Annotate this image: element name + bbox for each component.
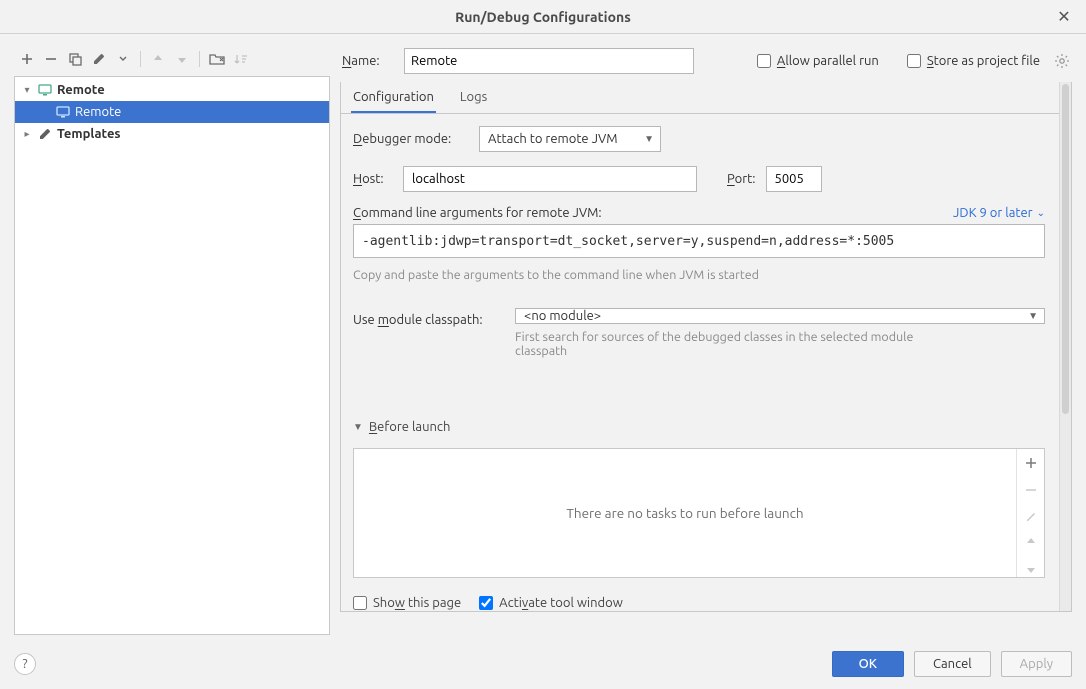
host-input[interactable] <box>403 166 697 192</box>
toolbar-separator <box>140 51 141 67</box>
folder-icon[interactable] <box>206 48 228 70</box>
allow-parallel-checkbox[interactable]: Allow parallel run <box>757 54 879 68</box>
caret-down-icon: ▼ <box>1028 310 1038 322</box>
activate-tool-window-input[interactable] <box>479 596 493 610</box>
allow-parallel-input[interactable] <box>757 54 771 68</box>
debugger-mode-value: Attach to remote JVM <box>488 132 618 146</box>
name-label: Name: <box>342 54 394 68</box>
config-inner: Debugger mode: Attach to remote JVM ▼ Ho… <box>353 126 1059 610</box>
debugger-mode-select[interactable]: Attach to remote JVM ▼ <box>479 126 661 152</box>
port-input[interactable] <box>766 166 822 192</box>
main-row: ▾ Remote Remote ▸ Templates Name: <box>14 46 1072 635</box>
left-pane: ▾ Remote Remote ▸ Templates <box>14 46 330 635</box>
name-input[interactable] <box>404 48 694 74</box>
remove-task-icon <box>1017 481 1044 497</box>
edit-task-icon <box>1017 508 1044 524</box>
edit-templates-icon[interactable] <box>88 48 110 70</box>
show-this-page-input[interactable] <box>353 596 367 610</box>
tree-label: Remote <box>57 83 105 97</box>
module-classpath-value: <no module> <box>524 309 601 323</box>
move-task-down-icon <box>1017 561 1044 577</box>
tree-label: Templates <box>57 127 121 141</box>
show-this-page-checkbox[interactable]: Show this page <box>353 596 461 610</box>
help-icon[interactable]: ? <box>14 653 36 675</box>
toolbar-dropdown-icon[interactable] <box>112 48 134 70</box>
chevron-down-icon[interactable]: ▾ <box>21 84 33 96</box>
cmdline-field[interactable] <box>353 224 1045 258</box>
host-label: Host: <box>353 172 393 186</box>
move-task-up-icon <box>1017 534 1044 550</box>
store-as-project-label: Store as project file <box>927 54 1040 68</box>
cmdline-hint: Copy and paste the arguments to the comm… <box>353 268 1045 282</box>
module-classpath-row: Use module classpath: <no module> ▼ Firs… <box>353 308 1045 358</box>
before-launch-empty: There are no tasks to run before launch <box>354 449 1016 577</box>
tabs: Configuration Logs <box>341 82 1071 114</box>
config-tree[interactable]: ▾ Remote Remote ▸ Templates <box>14 76 330 635</box>
remote-icon <box>55 104 71 120</box>
activate-tool-window-label: Activate tool window <box>499 596 623 610</box>
gear-icon[interactable] <box>1054 53 1070 69</box>
cancel-button[interactable]: Cancel <box>914 651 991 677</box>
triangle-down-icon: ▼ <box>353 421 363 433</box>
before-launch-tools <box>1016 449 1044 577</box>
vertical-scrollbar[interactable] <box>1059 82 1071 611</box>
module-classpath-label: Use module classpath: <box>353 308 505 327</box>
remove-icon[interactable] <box>40 48 62 70</box>
before-launch-list: There are no tasks to run before launch <box>353 448 1045 578</box>
move-up-icon <box>147 48 169 70</box>
show-this-page-label: Show this page <box>373 596 461 610</box>
bottom-checks: Show this page Activate tool window <box>353 596 1045 610</box>
before-launch-label: Before launch <box>369 420 450 434</box>
tab-logs[interactable]: Logs <box>458 82 489 113</box>
tab-configuration[interactable]: Configuration <box>351 82 436 113</box>
add-icon[interactable] <box>16 48 38 70</box>
dialog-footer: ? OK Cancel Apply <box>0 643 1086 689</box>
scrollbar-thumb[interactable] <box>1062 84 1069 414</box>
port-label: Port: <box>727 172 756 186</box>
tree-label: Remote <box>75 105 121 119</box>
add-task-icon[interactable] <box>1017 455 1044 471</box>
activate-tool-window-checkbox[interactable]: Activate tool window <box>479 596 623 610</box>
wrench-icon <box>37 126 53 142</box>
dialog-title: Run/Debug Configurations <box>455 9 631 25</box>
host-port-row: Host: Port: <box>353 166 1045 192</box>
before-launch-header[interactable]: ▼ Before launch <box>353 420 1045 434</box>
module-classpath-select[interactable]: <no module> ▼ <box>515 308 1045 324</box>
apply-button: Apply <box>1001 651 1072 677</box>
ok-button[interactable]: OK <box>832 651 904 677</box>
jdk-version-label: JDK 9 or later <box>953 206 1033 220</box>
chevron-right-icon[interactable]: ▸ <box>21 128 33 140</box>
tree-node-templates[interactable]: ▸ Templates <box>15 123 329 145</box>
cmdline-block: Command line arguments for remote JVM: J… <box>353 206 1045 282</box>
config-panel: Configuration Logs Debugger mode: Attach… <box>340 82 1072 612</box>
store-as-project-input[interactable] <box>907 54 921 68</box>
close-icon[interactable]: ✕ <box>1054 6 1074 26</box>
allow-parallel-label: Allow parallel run <box>777 54 879 68</box>
module-classpath-hint: First search for sources of the debugged… <box>515 330 945 358</box>
copy-icon[interactable] <box>64 48 86 70</box>
tree-node-remote-group[interactable]: ▾ Remote <box>15 79 329 101</box>
cmdline-label: Command line arguments for remote JVM: <box>353 206 602 220</box>
caret-down-icon: ⌄ <box>1037 207 1045 219</box>
remote-icon <box>37 82 53 98</box>
sort-icon <box>230 48 252 70</box>
move-down-icon <box>171 48 193 70</box>
jdk-version-dropdown[interactable]: JDK 9 or later ⌄ <box>953 206 1045 220</box>
name-row: Name: Allow parallel run Store as projec… <box>340 46 1072 82</box>
dialog-body: ▾ Remote Remote ▸ Templates Name: <box>0 34 1086 643</box>
tree-node-remote-config[interactable]: Remote <box>15 101 329 123</box>
toolbar-separator <box>199 51 200 67</box>
right-pane: Name: Allow parallel run Store as projec… <box>340 46 1072 635</box>
caret-down-icon: ▼ <box>644 133 654 145</box>
debugger-mode-row: Debugger mode: Attach to remote JVM ▼ <box>353 126 1045 152</box>
store-as-project-checkbox[interactable]: Store as project file <box>907 54 1040 68</box>
titlebar: Run/Debug Configurations ✕ <box>0 0 1086 34</box>
debugger-mode-label: Debugger mode: <box>353 132 469 146</box>
config-toolbar <box>14 46 330 76</box>
